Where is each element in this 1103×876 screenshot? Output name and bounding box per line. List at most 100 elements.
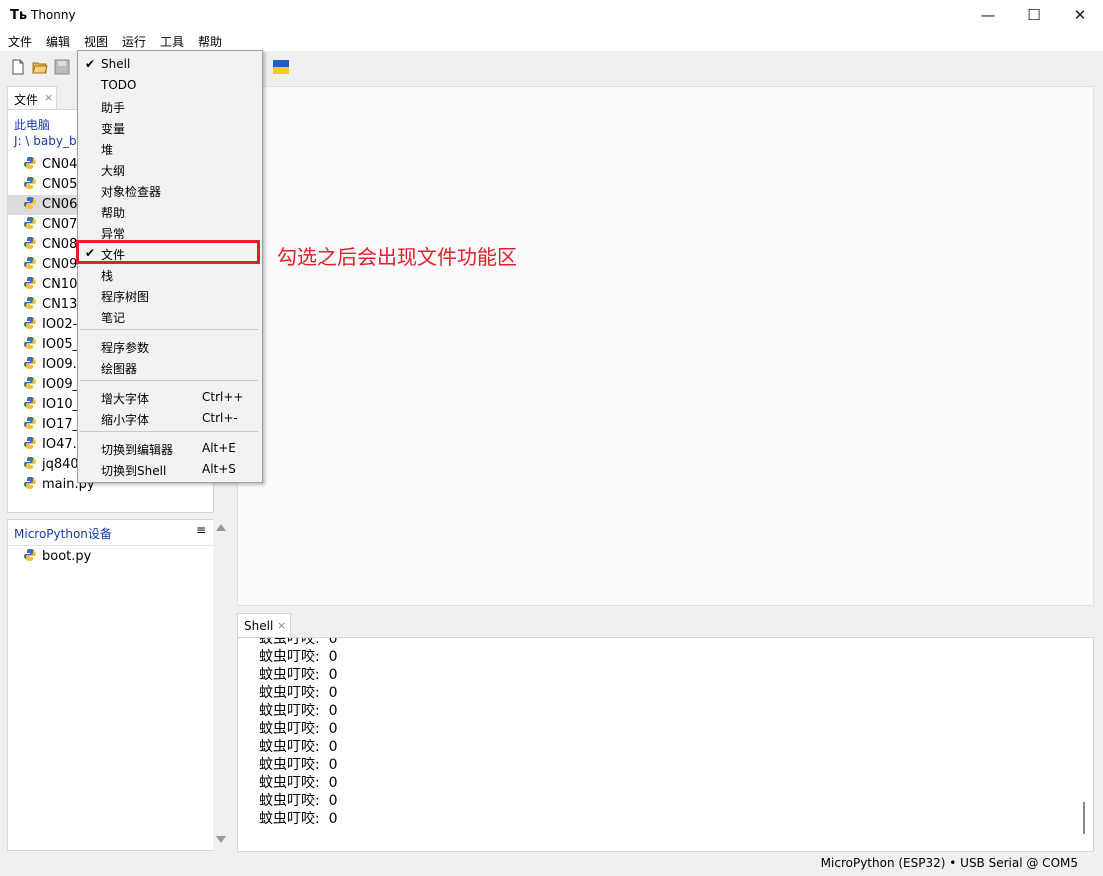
menu-item-label: 笔记 bbox=[101, 311, 126, 325]
scroll-down-icon[interactable] bbox=[216, 836, 226, 843]
view-menu-item[interactable]: 切换到编辑器 Alt+E bbox=[78, 441, 262, 459]
file-name: CN06 bbox=[42, 197, 78, 212]
menu-tools[interactable]: 工具 bbox=[160, 33, 184, 50]
menu-separator bbox=[80, 431, 258, 432]
file-name: IO02- bbox=[42, 317, 78, 332]
current-path[interactable]: J: \ baby_b bbox=[14, 134, 77, 148]
view-menu-item[interactable]: 绘图器 bbox=[78, 360, 262, 378]
python-file-icon bbox=[24, 549, 36, 561]
interpreter-status[interactable]: MicroPython (ESP32) • USB Serial @ COM5 bbox=[821, 856, 1078, 870]
editor-area[interactable] bbox=[237, 86, 1094, 606]
shell-console[interactable]: 蚊虫叮咬: 0 蚊虫叮咬: 0 蚊虫叮咬: 0 蚊虫叮咬: 0 蚊虫叮咬: 0 蚊虫叮咬:… bbox=[237, 637, 1094, 852]
location-this-pc[interactable]: 此电脑 bbox=[14, 116, 50, 133]
view-menu-item[interactable]: TODO bbox=[78, 78, 262, 96]
maximize-button[interactable]: ☐ bbox=[1011, 0, 1057, 31]
menu-separator bbox=[80, 380, 258, 381]
menu-run[interactable]: 运行 bbox=[122, 33, 146, 50]
menu-view[interactable]: 视图 bbox=[84, 33, 108, 50]
view-menu-item[interactable]: 笔记 bbox=[78, 309, 262, 327]
view-menu-item[interactable]: 程序树图 bbox=[78, 288, 262, 306]
file-name: IO10_ bbox=[42, 397, 80, 412]
file-name: CN13 bbox=[42, 297, 78, 312]
close-button[interactable]: ✕ bbox=[1057, 0, 1103, 31]
shell-line: 蚊虫叮咬: 0 bbox=[259, 757, 338, 773]
file-name: IO47. bbox=[42, 437, 77, 452]
menu-item-label: 大纲 bbox=[101, 164, 126, 178]
shell-scrollbar[interactable] bbox=[1083, 802, 1085, 834]
python-file-icon bbox=[24, 457, 36, 469]
menu-help[interactable]: 帮助 bbox=[198, 33, 222, 50]
menu-item-label: Shell bbox=[101, 57, 131, 71]
view-menu-item[interactable]: 堆 bbox=[78, 141, 262, 159]
python-file-icon bbox=[24, 297, 36, 309]
python-file-icon bbox=[24, 377, 36, 389]
file-name: CN05 bbox=[42, 177, 78, 192]
left-scrollbar[interactable] bbox=[213, 519, 229, 850]
menu-edit[interactable]: 编辑 bbox=[46, 33, 70, 50]
python-file-icon bbox=[24, 477, 36, 489]
list-item[interactable]: boot.py bbox=[23, 547, 213, 567]
menu-item-label: TODO bbox=[101, 78, 137, 92]
python-file-icon bbox=[24, 437, 36, 449]
view-menu-item[interactable]: 助手 bbox=[78, 99, 262, 117]
python-file-icon bbox=[24, 397, 36, 409]
minimize-button[interactable]: — bbox=[965, 0, 1011, 31]
python-file-icon bbox=[24, 237, 36, 249]
view-menu-item[interactable]: 切换到Shell Alt+S bbox=[78, 462, 262, 480]
file-name: CN04 bbox=[42, 157, 78, 172]
save-icon[interactable] bbox=[54, 59, 70, 75]
shell-line: 蚊虫叮咬: 0 bbox=[259, 649, 338, 665]
view-menu-item[interactable]: 缩小字体 Ctrl+- bbox=[78, 411, 262, 429]
view-menu-item[interactable]: 程序参数 bbox=[78, 339, 262, 357]
device-panel: MicroPython设备 ≡ boot.py bbox=[7, 519, 214, 851]
menu-item-label: 帮助 bbox=[101, 206, 126, 220]
tab-shell[interactable]: Shell × bbox=[237, 613, 291, 638]
python-file-icon bbox=[24, 177, 36, 189]
status-bar: MicroPython (ESP32) • USB Serial @ COM5 bbox=[0, 852, 1103, 876]
menu-file[interactable]: 文件 bbox=[8, 33, 32, 50]
menu-item-shortcut: Alt+S bbox=[202, 462, 236, 476]
view-menu-item[interactable]: 对象检查器 bbox=[78, 183, 262, 201]
view-menu-item[interactable]: 变量 bbox=[78, 120, 262, 138]
file-name: jq840 bbox=[42, 457, 79, 472]
file-name: boot.py bbox=[42, 549, 92, 564]
view-menu-item[interactable]: 帮助 bbox=[78, 204, 262, 222]
tab-close-icon[interactable]: × bbox=[277, 619, 286, 632]
file-name: CN08 bbox=[42, 237, 78, 252]
annotation-text: 勾选之后会出现文件功能区 bbox=[277, 245, 517, 269]
menu-item-label: 助手 bbox=[101, 101, 126, 115]
python-file-icon bbox=[24, 317, 36, 329]
python-file-icon bbox=[24, 417, 36, 429]
tab-files-label: 文件 bbox=[14, 93, 39, 107]
view-menu-item[interactable]: 栈 bbox=[78, 267, 262, 285]
view-menu-item[interactable]: 增大字体 Ctrl++ bbox=[78, 390, 262, 408]
new-file-icon[interactable] bbox=[10, 59, 26, 75]
python-file-icon bbox=[24, 157, 36, 169]
panel-menu-icon[interactable]: ≡ bbox=[196, 523, 206, 537]
python-file-icon bbox=[24, 257, 36, 269]
highlight-box bbox=[76, 240, 260, 264]
menu-item-label: 切换到编辑器 bbox=[101, 443, 174, 457]
ukraine-flag-icon[interactable] bbox=[273, 59, 289, 75]
menu-bar: 文件 编辑 视图 运行 工具 帮助 bbox=[0, 31, 1103, 51]
view-menu-item[interactable]: ✔ Shell bbox=[78, 57, 262, 75]
menu-separator bbox=[80, 329, 258, 330]
menu-item-label: 绘图器 bbox=[101, 362, 138, 376]
file-name: CN07 bbox=[42, 217, 78, 232]
tab-close-icon[interactable]: × bbox=[44, 91, 53, 104]
shell-line: 蚊虫叮咬: 0 bbox=[259, 793, 338, 809]
python-file-icon bbox=[24, 337, 36, 349]
menu-item-label: 变量 bbox=[101, 122, 126, 136]
device-panel-title: MicroPython设备 bbox=[14, 527, 112, 541]
scroll-up-icon[interactable] bbox=[216, 524, 226, 531]
python-file-icon bbox=[24, 197, 36, 209]
view-menu-item[interactable]: 大纲 bbox=[78, 162, 262, 180]
view-menu-dropdown: ✔ Shell TODO 助手 变量堆大纲 对象检查器 帮助 异常 ✔ 文件栈程序树图 笔记 程序参数… bbox=[77, 50, 263, 483]
tab-shell-label: Shell bbox=[244, 619, 274, 633]
shell-line: 蚊虫叮咬: 0 bbox=[259, 721, 338, 737]
open-folder-icon[interactable] bbox=[32, 59, 48, 75]
menu-item-label: 增大字体 bbox=[101, 392, 150, 406]
file-name: IO09. bbox=[42, 357, 77, 372]
tab-files[interactable]: 文件 × bbox=[7, 86, 57, 110]
menu-item-label: 栈 bbox=[101, 269, 114, 283]
